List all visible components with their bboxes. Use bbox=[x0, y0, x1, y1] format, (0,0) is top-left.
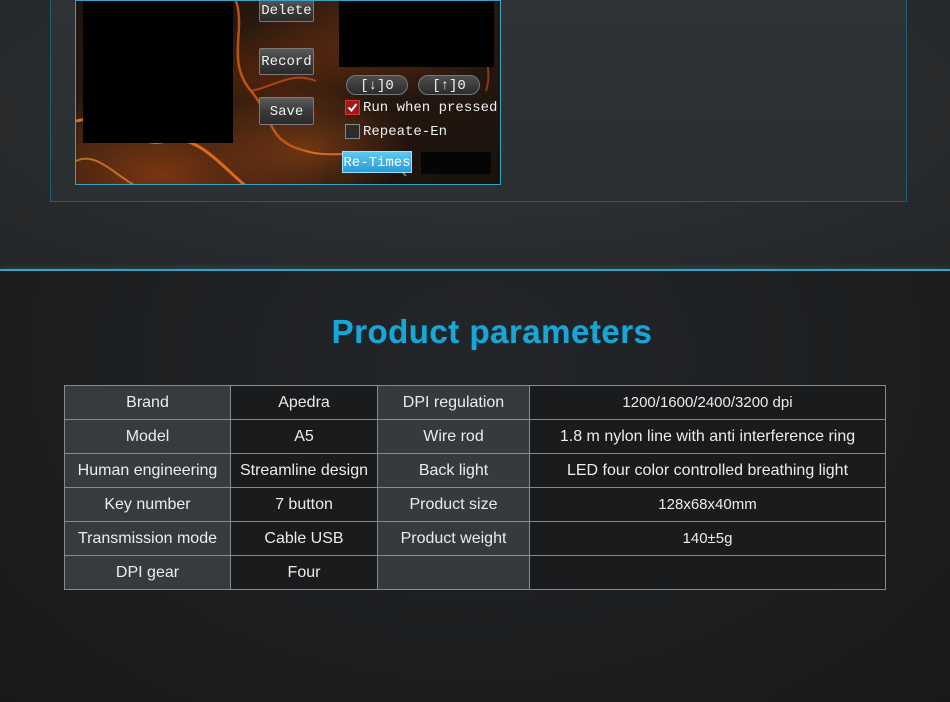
param-value: Apedra bbox=[230, 385, 378, 420]
checkmark-icon bbox=[347, 103, 358, 113]
section-title: Product parameters bbox=[331, 313, 653, 350]
product-parameters-table: Brand Apedra DPI regulation 1200/1600/24… bbox=[64, 385, 886, 590]
param-name: DPI regulation bbox=[377, 385, 530, 420]
run-when-pressed-checkbox[interactable] bbox=[345, 100, 360, 115]
key-up-counter: [↑]0 bbox=[418, 75, 480, 95]
key-down-counter: [↓]0 bbox=[346, 75, 408, 95]
table-row: Model A5 Wire rod 1.8 m nylon line with … bbox=[64, 419, 886, 454]
delete-button[interactable]: Delete bbox=[259, 1, 314, 22]
param-value: Cable USB bbox=[230, 521, 378, 556]
run-when-pressed-label: Run when pressed bbox=[363, 100, 498, 116]
param-value: Four bbox=[230, 555, 378, 590]
param-name: Product size bbox=[377, 487, 530, 522]
record-button[interactable]: Record bbox=[259, 48, 314, 75]
table-row: DPI gear Four bbox=[64, 555, 886, 590]
param-value: LED four color controlled breathing ligh… bbox=[529, 453, 886, 488]
param-name bbox=[377, 555, 530, 590]
param-value: 1200/1600/2400/3200 dpi bbox=[529, 385, 886, 420]
macro-list-box[interactable] bbox=[83, 1, 233, 143]
param-name: Brand bbox=[64, 385, 231, 420]
save-button[interactable]: Save bbox=[259, 97, 314, 125]
table-row: Human engineering Streamline design Back… bbox=[64, 453, 886, 488]
param-value: 7 button bbox=[230, 487, 378, 522]
macro-events-box[interactable] bbox=[339, 1, 494, 67]
param-value: A5 bbox=[230, 419, 378, 454]
table-row: Transmission mode Cable USB Product weig… bbox=[64, 521, 886, 556]
param-name: Product weight bbox=[377, 521, 530, 556]
param-name: Wire rod bbox=[377, 419, 530, 454]
param-value: 1.8 m nylon line with anti interference … bbox=[529, 419, 886, 454]
table-row: Key number 7 button Product size 128x68x… bbox=[64, 487, 886, 522]
table-row: Brand Apedra DPI regulation 1200/1600/24… bbox=[64, 385, 886, 420]
param-value: 140±5g bbox=[529, 521, 886, 556]
param-value: Streamline design bbox=[230, 453, 378, 488]
retimes-button[interactable]: Re-Times bbox=[342, 151, 412, 173]
param-name: Human engineering bbox=[64, 453, 231, 488]
param-name: Model bbox=[64, 419, 231, 454]
macro-editor-window: Delete Record Save [↓]0 [↑]0 Run when pr… bbox=[75, 0, 501, 185]
top-section: Delete Record Save [↓]0 [↑]0 Run when pr… bbox=[0, 0, 950, 270]
param-name: Transmission mode bbox=[64, 521, 231, 556]
param-value: 128x68x40mm bbox=[529, 487, 886, 522]
param-name: DPI gear bbox=[64, 555, 231, 590]
repeate-en-label: Repeate-En bbox=[363, 124, 448, 140]
param-name: Key number bbox=[64, 487, 231, 522]
param-name: Back light bbox=[377, 453, 530, 488]
param-value bbox=[529, 555, 886, 590]
repeate-en-checkbox[interactable] bbox=[345, 124, 360, 139]
retimes-input[interactable] bbox=[421, 152, 491, 174]
